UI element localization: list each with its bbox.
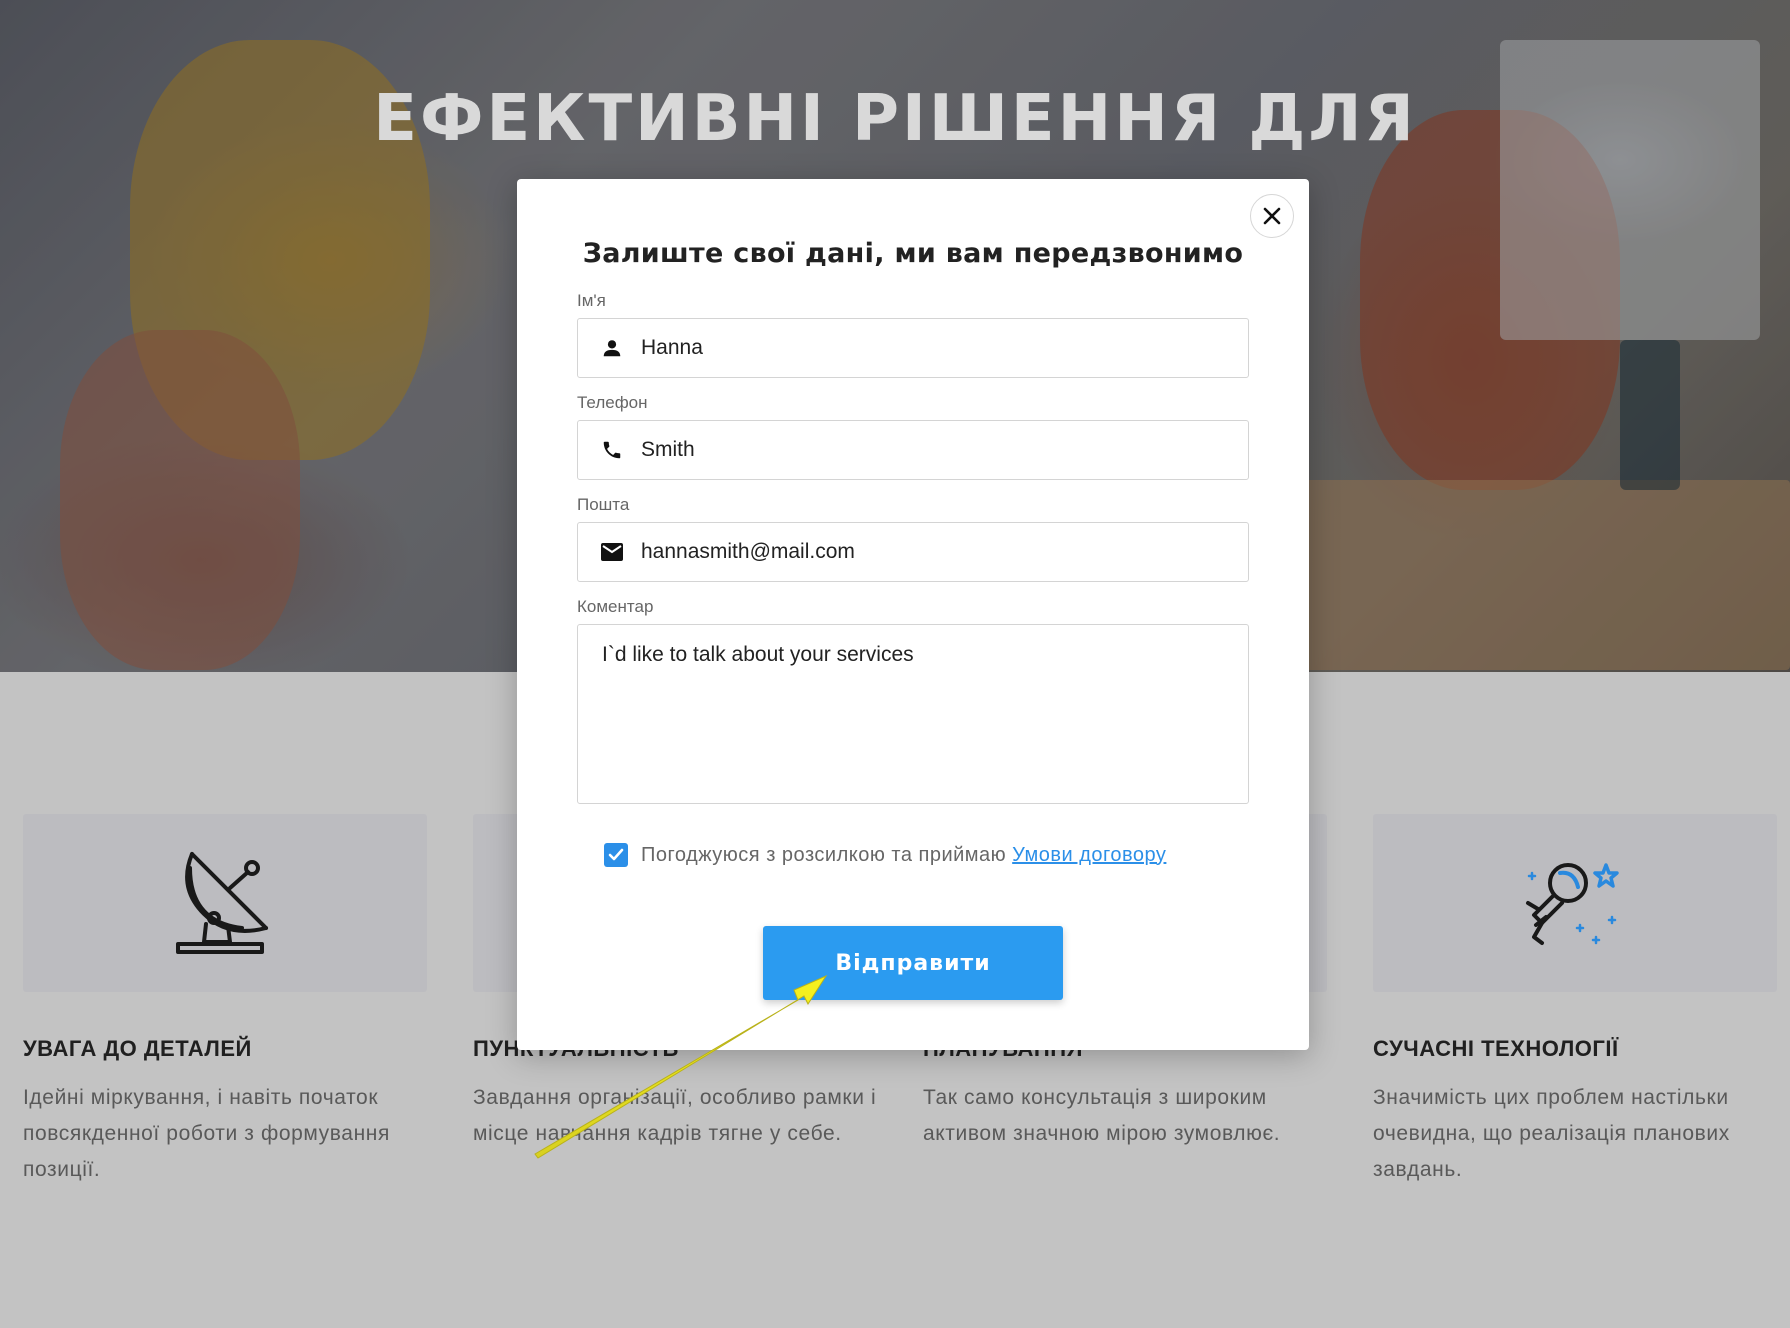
name-label: Ім'я bbox=[577, 291, 606, 310]
close-button[interactable] bbox=[1250, 194, 1294, 238]
name-input[interactable] bbox=[641, 336, 1221, 360]
check-icon bbox=[608, 848, 624, 861]
phone-label: Телефон bbox=[577, 393, 648, 412]
comment-label: Коментар bbox=[577, 597, 654, 616]
hero-title: ЕФЕКТИВНІ РІШЕННЯ ДЛЯ bbox=[373, 82, 1417, 156]
comment-textarea[interactable]: I`d like to talk about your services bbox=[577, 624, 1249, 804]
phone-input[interactable] bbox=[641, 438, 1221, 462]
consent-row: Погоджуюся з розсилкою та приймаю Умови … bbox=[604, 843, 1166, 867]
modal-title: Залиште свої дані, ми вам передзвонимо bbox=[582, 238, 1244, 269]
email-input[interactable] bbox=[641, 540, 1221, 564]
consent-text: Погоджуюся з розсилкою та приймаю bbox=[641, 843, 1007, 866]
email-label: Пошта bbox=[577, 495, 630, 514]
mail-icon bbox=[600, 540, 624, 564]
email-field[interactable] bbox=[577, 522, 1249, 582]
submit-button[interactable]: Відправити bbox=[763, 926, 1063, 1000]
person-icon bbox=[600, 336, 624, 360]
close-icon bbox=[1263, 207, 1281, 225]
callback-modal: Залиште свої дані, ми вам передзвонимо І… bbox=[517, 179, 1309, 1050]
phone-icon bbox=[600, 438, 624, 462]
terms-link[interactable]: Умови договору bbox=[1012, 844, 1166, 867]
consent-checkbox[interactable] bbox=[604, 843, 628, 867]
name-field[interactable] bbox=[577, 318, 1249, 378]
phone-field[interactable] bbox=[577, 420, 1249, 480]
